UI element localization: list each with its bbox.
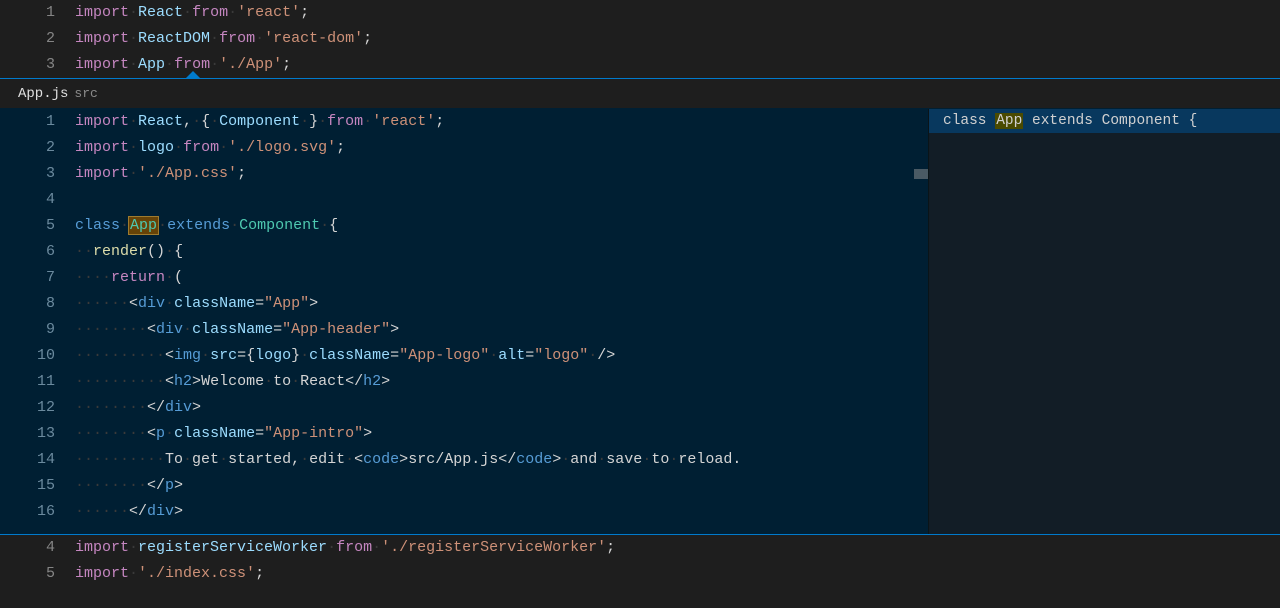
- line-number: 4: [0, 187, 55, 213]
- line-number: 8: [0, 291, 55, 317]
- code-line[interactable]: import·React·from·'react';: [75, 0, 1280, 26]
- peek-reference-list[interactable]: class App extends Component {: [928, 109, 1280, 534]
- peek-definition-panel: App.js src 12345678910111213141516 impor…: [0, 78, 1280, 535]
- line-number: 15: [0, 473, 55, 499]
- line-number: 16: [0, 499, 55, 525]
- line-number: 9: [0, 317, 55, 343]
- gutter: 12345678910111213141516: [0, 109, 75, 534]
- line-number: 6: [0, 239, 55, 265]
- peek-header[interactable]: App.js src: [0, 79, 1280, 109]
- line-number: 11: [0, 369, 55, 395]
- line-number: 14: [0, 447, 55, 473]
- line-number: 5: [0, 213, 55, 239]
- line-number: 5: [0, 561, 55, 587]
- code-line[interactable]: ········<p·className="App-intro">: [75, 421, 928, 447]
- code-line[interactable]: import·'./App.css';: [75, 161, 928, 187]
- code-line[interactable]: ··········<h2>Welcome·to·React</h2>: [75, 369, 928, 395]
- peek-body: 12345678910111213141516 import·React,·{·…: [0, 109, 1280, 534]
- reference-match: App: [995, 113, 1023, 129]
- line-number: 2: [0, 135, 55, 161]
- code-line[interactable]: import·'./index.css';: [75, 561, 1280, 587]
- code-line[interactable]: import·ReactDOM·from·'react-dom';: [75, 26, 1280, 52]
- code-line[interactable]: ······</div>: [75, 499, 928, 525]
- peek-editor[interactable]: 12345678910111213141516 import·React,·{·…: [0, 109, 928, 534]
- line-number: 2: [0, 26, 55, 52]
- line-number: 3: [0, 52, 55, 78]
- code-line[interactable]: import·React,·{·Component·}·from·'react'…: [75, 109, 928, 135]
- code-line[interactable]: ··········To·get·started,·edit·<code>src…: [75, 447, 928, 473]
- code-line[interactable]: ····return·(: [75, 265, 928, 291]
- symbol-highlight: App: [128, 216, 159, 235]
- editor-pane: 123 import·React·from·'react';import·Rea…: [0, 0, 1280, 587]
- code-line[interactable]: import·App·from·'./App';: [75, 52, 1280, 78]
- code-line[interactable]: class·App·extends·Component·{: [75, 213, 928, 239]
- line-number: 13: [0, 421, 55, 447]
- line-number: 12: [0, 395, 55, 421]
- code-line[interactable]: ········</p>: [75, 473, 928, 499]
- line-number: 10: [0, 343, 55, 369]
- code-line[interactable]: ··render()·{: [75, 239, 928, 265]
- code-line[interactable]: ······<div·className="App">: [75, 291, 928, 317]
- peek-pointer-icon: [185, 71, 201, 79]
- peek-file-name: App.js: [18, 86, 68, 102]
- line-number: 3: [0, 161, 55, 187]
- code-area[interactable]: import·registerServiceWorker·from·'./reg…: [75, 535, 1280, 587]
- outer-editor-bottom[interactable]: 45 import·registerServiceWorker·from·'./…: [0, 535, 1280, 587]
- code-line[interactable]: import·logo·from·'./logo.svg';: [75, 135, 928, 161]
- line-number: 7: [0, 265, 55, 291]
- scroll-indicator[interactable]: [914, 169, 928, 179]
- code-line[interactable]: ··········<img·src={logo}·className="App…: [75, 343, 928, 369]
- gutter: 45: [0, 535, 75, 587]
- code-line[interactable]: import·registerServiceWorker·from·'./reg…: [75, 535, 1280, 561]
- gutter: 123: [0, 0, 75, 78]
- code-line[interactable]: [75, 187, 928, 213]
- reference-prefix: class: [943, 113, 995, 129]
- line-number: 1: [0, 0, 55, 26]
- reference-item[interactable]: class App extends Component {: [929, 109, 1280, 133]
- code-area[interactable]: import·React·from·'react';import·ReactDO…: [75, 0, 1280, 78]
- line-number: 4: [0, 535, 55, 561]
- peek-file-dir: src: [74, 86, 97, 101]
- code-area[interactable]: import·React,·{·Component·}·from·'react'…: [75, 109, 928, 534]
- line-number: 1: [0, 109, 55, 135]
- reference-suffix: extends Component {: [1023, 113, 1197, 129]
- code-line[interactable]: ········</div>: [75, 395, 928, 421]
- code-line[interactable]: ········<div·className="App-header">: [75, 317, 928, 343]
- outer-editor-top[interactable]: 123 import·React·from·'react';import·Rea…: [0, 0, 1280, 78]
